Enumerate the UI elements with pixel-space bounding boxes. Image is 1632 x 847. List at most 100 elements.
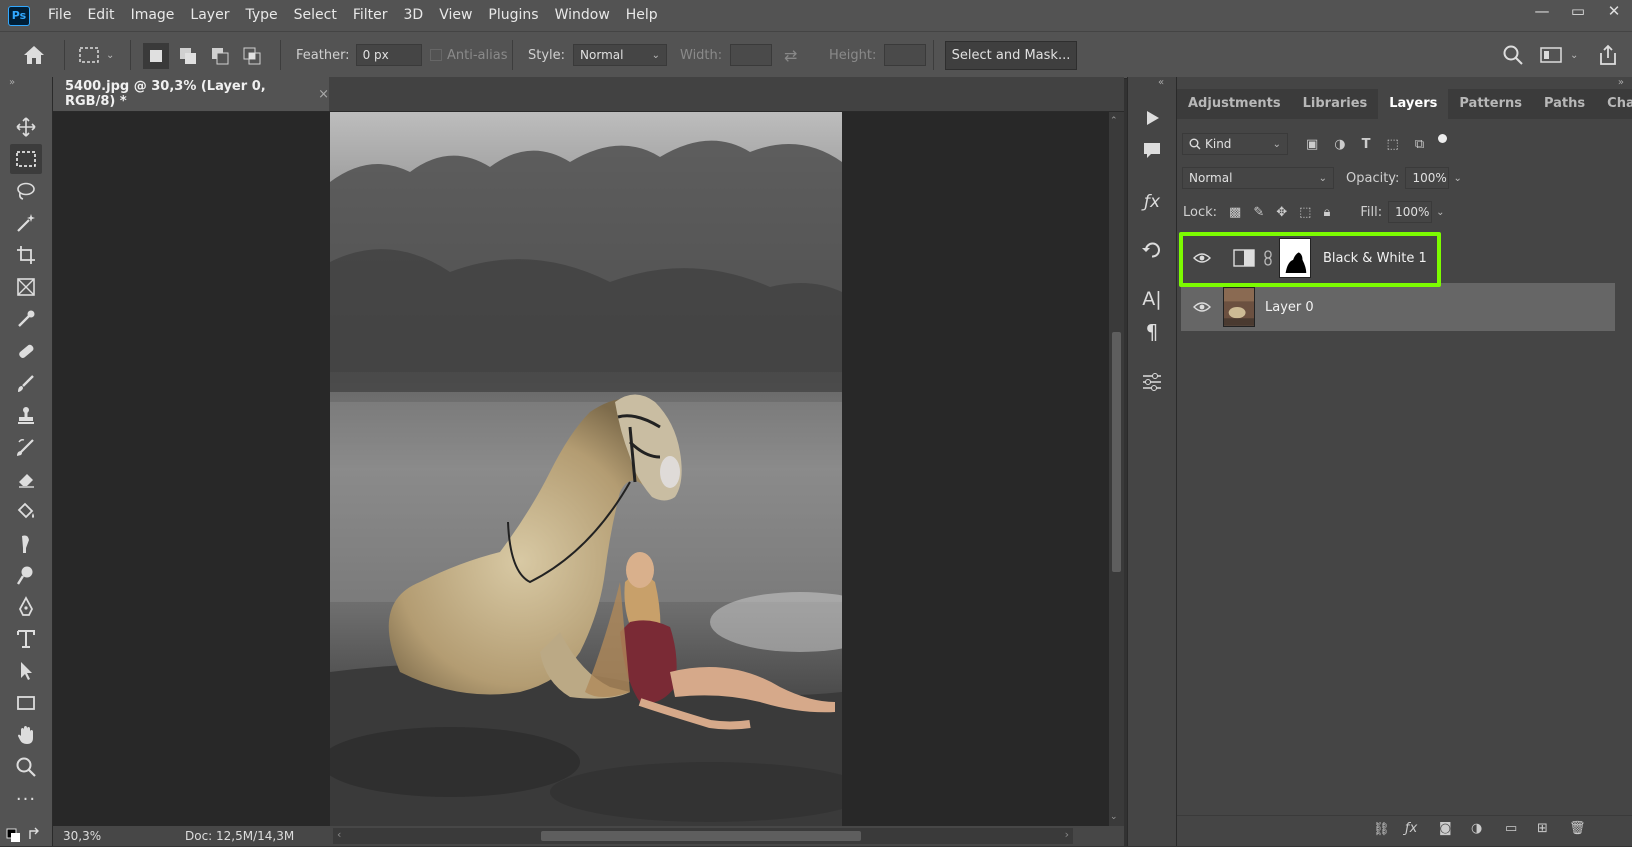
crop-tool[interactable] xyxy=(10,240,42,270)
blend-mode-select[interactable]: Normal ⌄ xyxy=(1182,167,1334,189)
edit-toolbar-button[interactable]: ··· xyxy=(10,784,42,814)
menu-help[interactable]: Help xyxy=(618,0,666,31)
horizontal-scrollbar[interactable]: ‹ › xyxy=(333,828,1073,844)
scroll-thumb[interactable] xyxy=(1112,332,1121,572)
history-brush-tool[interactable] xyxy=(10,432,42,462)
lock-transparent-icon[interactable]: ▩ xyxy=(1229,205,1241,220)
delete-layer-icon[interactable]: 🗑︎ xyxy=(1569,821,1586,836)
scroll-right-icon[interactable]: › xyxy=(1065,828,1069,841)
minimize-button[interactable]: — xyxy=(1524,0,1560,22)
filter-smart-object-icon[interactable]: ⧉ xyxy=(1415,137,1424,152)
add-mask-icon[interactable]: ◙ xyxy=(1439,821,1452,836)
smudge-tool[interactable] xyxy=(10,528,42,558)
antialias-checkbox[interactable] xyxy=(430,49,442,61)
hand-tool[interactable] xyxy=(10,720,42,750)
styles-panel-button[interactable]: ƒx xyxy=(1136,187,1168,217)
fx-icon[interactable]: ƒx xyxy=(1405,821,1417,836)
tab-adjustments[interactable]: Adjustments xyxy=(1177,89,1292,119)
menu-window[interactable]: Window xyxy=(547,0,618,31)
menu-layer[interactable]: Layer xyxy=(182,0,237,31)
layer-name[interactable]: Layer 0 xyxy=(1265,300,1314,315)
tab-libraries[interactable]: Libraries xyxy=(1292,89,1379,119)
brush-tool[interactable] xyxy=(10,368,42,398)
subtract-selection-button[interactable] xyxy=(207,43,233,69)
height-input[interactable] xyxy=(884,44,927,66)
tab-patterns[interactable]: Patterns xyxy=(1448,89,1533,119)
doc-info[interactable]: Doc: 12,5M/14,3M xyxy=(185,829,345,843)
dodge-tool[interactable] xyxy=(10,560,42,590)
menu-file[interactable]: File xyxy=(40,0,79,31)
fill-dropdown-icon[interactable]: ⌄ xyxy=(1436,207,1444,218)
horizontal-scroll-thumb[interactable] xyxy=(541,831,861,841)
document-image[interactable] xyxy=(330,112,842,826)
link-layers-icon[interactable]: ⛓︎ xyxy=(1373,822,1390,837)
menu-type[interactable]: Type xyxy=(237,0,285,31)
filter-toggle-icon[interactable] xyxy=(1438,133,1448,143)
tab-paths[interactable]: Paths xyxy=(1533,89,1596,119)
filter-type-icon[interactable]: T xyxy=(1362,137,1371,152)
layer-thumbnail[interactable] xyxy=(1223,287,1255,327)
color-swatches[interactable] xyxy=(6,825,44,847)
menu-view[interactable]: View xyxy=(431,0,480,31)
new-selection-button[interactable] xyxy=(143,43,169,69)
menu-3d[interactable]: 3D xyxy=(396,0,432,31)
eye-icon[interactable] xyxy=(1193,301,1211,313)
menu-edit[interactable]: Edit xyxy=(79,0,122,31)
lock-image-icon[interactable]: ✎ xyxy=(1253,205,1264,220)
move-tool[interactable] xyxy=(10,112,42,142)
search-button[interactable] xyxy=(1502,32,1524,78)
menu-image[interactable]: Image xyxy=(123,0,183,31)
document-tab[interactable]: 5400.jpg @ 30,3% (Layer 0, RGB/8) * × xyxy=(53,77,329,111)
collapse-panels-icon[interactable]: « xyxy=(1158,77,1164,88)
new-group-icon[interactable]: ▭ xyxy=(1505,821,1517,836)
filter-adjustment-icon[interactable]: ◑ xyxy=(1334,137,1345,152)
swap-dimensions-button[interactable]: ⇄ xyxy=(784,32,797,78)
close-button[interactable]: ✕ xyxy=(1596,0,1632,22)
marquee-tool[interactable] xyxy=(10,144,42,174)
workspace-switcher[interactable]: ⌄ xyxy=(1540,32,1578,78)
layer-filter-select[interactable]: Kind ⌄ xyxy=(1182,133,1288,155)
tab-channels[interactable]: Channels xyxy=(1596,89,1632,119)
intersect-selection-button[interactable] xyxy=(239,43,265,69)
comments-panel-button[interactable] xyxy=(1136,135,1168,165)
vertical-scrollbar[interactable]: ⌃ ⌄ xyxy=(1109,112,1124,826)
menu-select[interactable]: Select xyxy=(286,0,345,31)
zoom-tool[interactable] xyxy=(10,752,42,782)
scroll-up-icon[interactable]: ⌃ xyxy=(1110,116,1118,126)
rectangle-tool[interactable] xyxy=(10,688,42,718)
character-panel-button[interactable]: A| xyxy=(1136,284,1168,314)
style-select[interactable]: Normal ⌄ xyxy=(573,44,668,66)
tab-layers[interactable]: Layers xyxy=(1378,89,1449,119)
collapse-panel-icon[interactable]: » xyxy=(1618,77,1624,88)
clone-stamp-tool[interactable] xyxy=(10,400,42,430)
filter-pixel-icon[interactable]: ▣ xyxy=(1306,137,1318,152)
type-tool[interactable] xyxy=(10,624,42,654)
select-and-mask-button[interactable]: Select and Mask... xyxy=(945,41,1077,70)
home-button[interactable] xyxy=(22,32,46,78)
opacity-dropdown-icon[interactable]: ⌄ xyxy=(1453,173,1461,184)
width-input[interactable] xyxy=(730,44,773,66)
collapse-toolbar-icon[interactable]: » xyxy=(9,77,15,88)
add-selection-button[interactable] xyxy=(175,43,201,69)
layer-row-layer-0[interactable]: Layer 0 xyxy=(1181,283,1615,331)
opacity-input[interactable]: 100% xyxy=(1405,167,1450,189)
history-panel-button[interactable] xyxy=(1136,235,1168,265)
maximize-button[interactable]: ▭ xyxy=(1560,0,1596,22)
filter-shape-icon[interactable]: ⬚ xyxy=(1387,137,1399,152)
properties-panel-button[interactable] xyxy=(1136,367,1168,397)
scroll-left-icon[interactable]: ‹ xyxy=(337,828,341,841)
share-button[interactable] xyxy=(1598,32,1618,78)
magic-wand-tool[interactable] xyxy=(10,208,42,238)
eraser-tool[interactable] xyxy=(10,464,42,494)
fill-input[interactable]: 100% xyxy=(1388,201,1433,223)
zoom-level[interactable]: 30,3% xyxy=(53,829,121,843)
tool-preset-picker[interactable]: ⌄ xyxy=(78,32,114,78)
scroll-down-icon[interactable]: ⌄ xyxy=(1110,812,1118,822)
canvas-area[interactable] xyxy=(53,112,1109,826)
pen-tool[interactable] xyxy=(10,592,42,622)
eyedropper-tool[interactable] xyxy=(10,304,42,334)
new-layer-icon[interactable]: ⊞ xyxy=(1537,821,1548,836)
new-adjustment-icon[interactable]: ◑ xyxy=(1471,821,1482,836)
frame-tool[interactable] xyxy=(10,272,42,302)
menu-plugins[interactable]: Plugins xyxy=(480,0,546,31)
